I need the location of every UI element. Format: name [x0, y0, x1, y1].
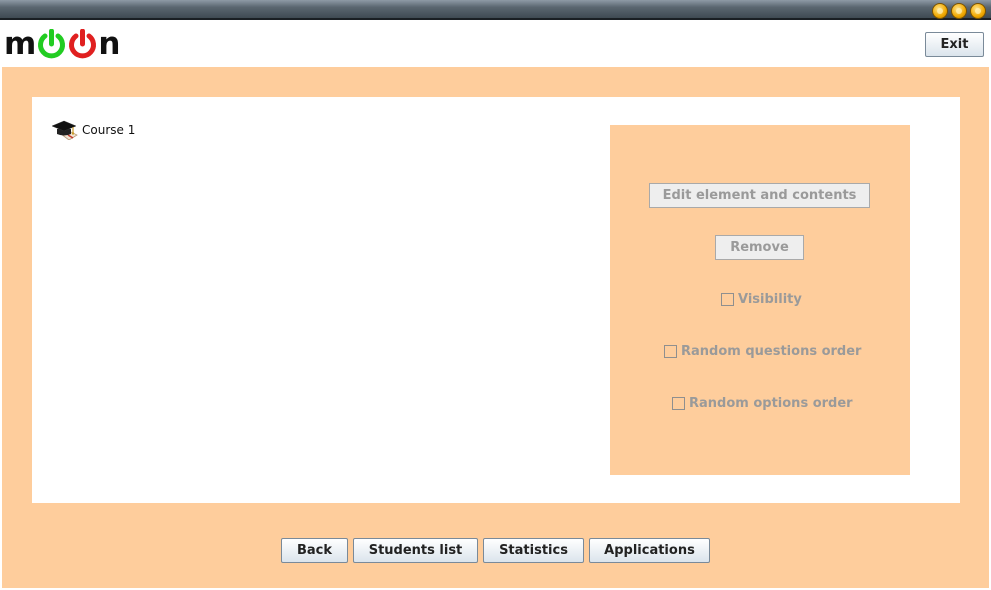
random-questions-label: Random questions order — [681, 343, 862, 359]
minimize-icon[interactable] — [932, 3, 948, 19]
visibility-checkbox[interactable]: Visibility — [721, 290, 802, 308]
edit-element-button[interactable]: Edit element and contents — [649, 183, 870, 208]
exit-button[interactable]: Exit — [925, 32, 984, 57]
logo-letter-m: m — [4, 26, 37, 62]
maximize-icon[interactable] — [951, 3, 967, 19]
checkbox-box[interactable] — [672, 396, 685, 410]
tree-item-label: Course 1 — [82, 123, 136, 137]
statistics-button[interactable]: Statistics — [483, 538, 584, 563]
close-icon[interactable] — [970, 3, 986, 19]
checkbox-box[interactable] — [664, 344, 677, 358]
random-options-checkbox[interactable]: Random options order — [672, 394, 853, 412]
random-options-label: Random options order — [689, 395, 853, 411]
visibility-label: Visibility — [738, 291, 802, 307]
random-questions-checkbox[interactable]: Random questions order — [664, 342, 861, 360]
moon-logo: m n — [4, 26, 120, 62]
remove-button[interactable]: Remove — [715, 235, 804, 260]
checkbox-box[interactable] — [721, 292, 734, 306]
logo-letter-n: n — [98, 26, 121, 62]
window-title-bar — [0, 0, 991, 20]
app-header: m n Exit — [0, 20, 991, 67]
graduation-cap-icon — [51, 120, 78, 140]
green-power-icon — [38, 29, 66, 59]
back-button[interactable]: Back — [281, 538, 348, 563]
red-power-icon — [69, 29, 97, 59]
tree-item-course[interactable]: Course 1 — [51, 120, 135, 140]
applications-button[interactable]: Applications — [589, 538, 710, 563]
students-list-button[interactable]: Students list — [353, 538, 478, 563]
